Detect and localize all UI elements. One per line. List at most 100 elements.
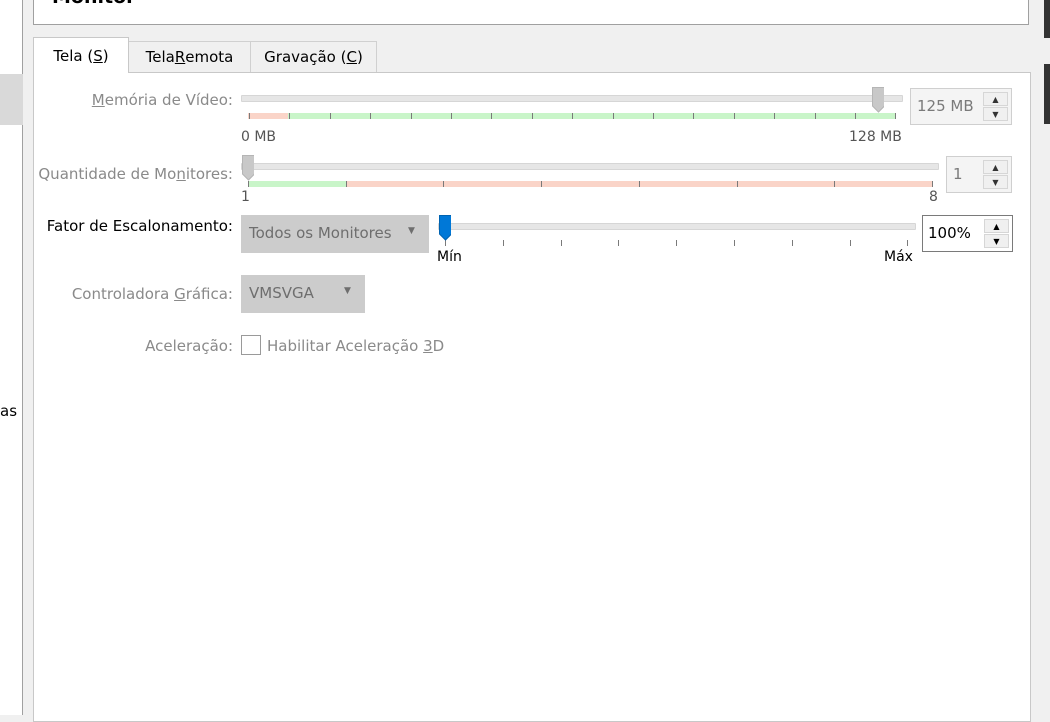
slider-tick <box>491 113 492 119</box>
monitor-count-zone-ok <box>248 181 346 187</box>
slider-tick <box>451 113 452 119</box>
spin-buttons: ▲ ▼ <box>983 92 1008 121</box>
tab-screen[interactable]: Tela (S) <box>33 37 129 73</box>
slider-tick <box>613 113 614 119</box>
monitor-count-label: Quantidade de Monitores: <box>38 165 233 183</box>
graphics-controller-combo-value: VMSVGA <box>249 284 314 302</box>
video-memory-label: Memória de Vídeo: <box>92 91 233 109</box>
monitor-count-slider-handle[interactable] <box>242 155 254 181</box>
sidebar-item-label[interactable]: as <box>0 402 23 420</box>
video-memory-slider-handle[interactable] <box>872 87 884 113</box>
spin-down-button[interactable]: ▼ <box>983 175 1008 189</box>
scaling-spinbox[interactable]: 100% ▲ ▼ <box>922 215 1013 252</box>
scaling-slider-track[interactable] <box>438 223 916 230</box>
video-memory-slider-track[interactable] <box>241 95 903 102</box>
tab-label: ) <box>356 48 363 66</box>
page-header: Monitor <box>33 0 1029 25</box>
slider-tick <box>693 113 694 119</box>
page-title: Monitor <box>52 0 136 8</box>
monitor-count-slider-track[interactable] <box>241 163 939 170</box>
label-text: Habilitar Aceleração <box>267 337 424 355</box>
slider-tick <box>411 113 412 119</box>
tab-label: Tela ( <box>53 46 94 65</box>
chevron-down-icon: ▼ <box>344 286 351 296</box>
acceleration-label: Aceleração: <box>145 337 233 355</box>
scaling-monitor-combo-value: Todos os Monitores <box>249 224 392 242</box>
enable-3d-acceleration-checkbox[interactable] <box>241 335 261 355</box>
monitor-count-spinbox[interactable]: 1 ▲ ▼ <box>946 156 1012 193</box>
slider-tick <box>676 240 677 246</box>
slider-tick <box>792 240 793 246</box>
tab-label: Gravação ( <box>264 48 347 66</box>
slider-tick <box>850 240 851 246</box>
slider-tick <box>532 113 533 119</box>
video-memory-max-label: 128 MB <box>849 129 902 145</box>
slider-tick <box>370 113 371 119</box>
enable-3d-acceleration-label[interactable]: Habilitar Aceleração 3D <box>267 337 444 355</box>
tab-recording[interactable]: Gravação (C) <box>250 41 377 72</box>
video-memory-spinbox[interactable]: 125 MB ▲ ▼ <box>910 88 1012 125</box>
slider-tick <box>734 113 735 119</box>
spin-buttons: ▲ ▼ <box>984 219 1009 248</box>
slider-tick <box>248 181 249 187</box>
scaling-monitor-combo[interactable]: Todos os Monitores ▼ <box>241 215 429 253</box>
tab-label: ) <box>102 46 109 65</box>
spin-up-button[interactable]: ▲ <box>984 219 1009 233</box>
slider-tick <box>443 181 444 187</box>
scaling-min-label: Mín <box>437 249 462 265</box>
video-memory-min-label: 0 MB <box>241 129 277 145</box>
slider-tick <box>653 113 654 119</box>
slider-tick <box>895 113 896 119</box>
slider-tick <box>907 240 908 246</box>
tab-mnemonic: C <box>346 48 357 66</box>
tab-remote-display[interactable]: Tela Remota <box>128 41 251 72</box>
sidebar-selected-item[interactable] <box>0 74 23 125</box>
label-mnemonic: n <box>176 165 186 183</box>
label-mnemonic: 3 <box>423 337 433 355</box>
scaling-max-label: Máx <box>884 249 913 265</box>
slider-tick <box>737 181 738 187</box>
scaling-slider-handle[interactable] <box>439 215 451 241</box>
chevron-down-icon: ▼ <box>408 226 415 236</box>
tab-label: Tela <box>145 48 175 66</box>
slider-tick <box>503 240 504 246</box>
slider-tick <box>289 113 290 119</box>
video-memory-zone-ok <box>288 113 896 119</box>
scaling-factor-label: Fator de Escalonamento: <box>46 217 233 235</box>
slider-tick <box>330 113 331 119</box>
scaling-value: 100% <box>928 224 971 242</box>
spin-up-button[interactable]: ▲ <box>983 160 1008 174</box>
label-text: Quantidade de Mo <box>38 165 177 183</box>
tab-mnemonic: R <box>174 48 186 66</box>
label-mnemonic: M <box>91 91 105 109</box>
slider-tick <box>932 181 933 187</box>
spin-buttons: ▲ ▼ <box>983 160 1008 189</box>
slider-tick <box>618 240 619 246</box>
label-mnemonic: G <box>174 285 186 303</box>
window-border <box>1044 64 1050 124</box>
spin-up-button[interactable]: ▲ <box>983 92 1008 106</box>
slider-tick <box>572 113 573 119</box>
slider-tick <box>249 113 250 119</box>
slider-tick <box>541 181 542 187</box>
spin-down-button[interactable]: ▼ <box>984 234 1009 248</box>
slider-tick <box>734 240 735 246</box>
label-text: ráfica: <box>185 285 233 303</box>
monitor-count-value: 1 <box>953 165 963 183</box>
tab-label: emota <box>185 48 234 66</box>
slider-tick <box>834 181 835 187</box>
spin-down-button[interactable]: ▼ <box>983 107 1008 121</box>
slider-tick <box>639 181 640 187</box>
video-memory-value: 125 MB <box>917 97 974 115</box>
slider-tick <box>815 113 816 119</box>
tab-mnemonic: S <box>93 46 103 65</box>
slider-tick <box>561 240 562 246</box>
label-text: emória de Vídeo: <box>104 91 233 109</box>
slider-tick <box>855 113 856 119</box>
monitor-count-max-label: 8 <box>929 189 938 205</box>
graphics-controller-combo[interactable]: VMSVGA ▼ <box>241 275 365 313</box>
slider-tick <box>346 181 347 187</box>
slider-tick <box>774 113 775 119</box>
graphics-controller-label: Controladora Gráfica: <box>72 285 233 303</box>
monitor-count-min-label: 1 <box>241 189 250 205</box>
